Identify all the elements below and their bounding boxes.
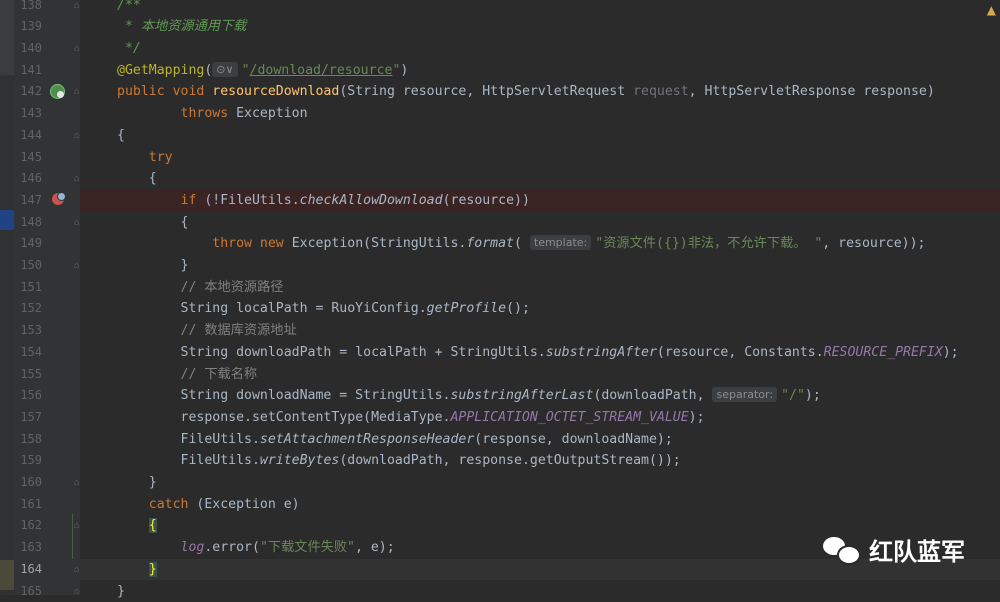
code-line[interactable]: 153 // 数据库资源地址 xyxy=(0,320,1000,342)
watermark: 红队蓝军 xyxy=(823,532,965,567)
watermark-text: 红队蓝军 xyxy=(869,532,965,567)
line-number: 163 xyxy=(20,537,42,559)
code-line[interactable]: 161 catch (Exception e) xyxy=(0,494,1000,516)
line-number: 140 xyxy=(20,38,42,60)
code-text: * 本地资源通用下载 xyxy=(117,16,246,38)
line-number: 144 xyxy=(20,125,42,147)
line-number: 155 xyxy=(20,364,42,386)
code-line[interactable]: 165 ⌂} xyxy=(0,581,1000,602)
line-number: 154 xyxy=(20,342,42,364)
line-number: 148 xyxy=(20,212,42,234)
fold-marker-icon[interactable]: ⌂ xyxy=(74,131,82,141)
code-text: // 本地资源路径 xyxy=(117,277,283,299)
line-number: 156 xyxy=(20,385,42,407)
line-number: 139 xyxy=(20,16,42,38)
line-number: 149 xyxy=(20,233,42,255)
code-text: } xyxy=(117,581,125,602)
code-line[interactable]: 160 ⌂ } xyxy=(0,472,1000,494)
fold-marker-icon[interactable]: ⌂ xyxy=(74,87,82,97)
fold-marker-icon[interactable]: ⌂ xyxy=(74,565,82,575)
code-line[interactable]: 148 ⌂ { xyxy=(0,212,1000,234)
code-text: throws Exception xyxy=(117,103,308,125)
code-text: String downloadPath = localPath + String… xyxy=(117,342,959,364)
code-text: String localPath = RuoYiConfig.getProfil… xyxy=(117,298,530,320)
line-number: 138 xyxy=(20,0,42,16)
code-text: // 下载名称 xyxy=(117,364,257,386)
line-number: 158 xyxy=(20,429,42,451)
code-line[interactable]: 144 ⌂ { xyxy=(0,125,1000,147)
fold-marker-icon[interactable]: ⌂ xyxy=(74,1,82,11)
code-text: throw new Exception(StringUtils.format( … xyxy=(117,233,926,255)
code-line[interactable]: 155 // 下载名称 xyxy=(0,364,1000,386)
line-number: 157 xyxy=(20,407,42,429)
fold-marker-icon[interactable]: ⌂ xyxy=(74,174,82,184)
code-text: } xyxy=(117,559,157,581)
code-text: if (!FileUtils.checkAllowDownload(resour… xyxy=(117,190,530,212)
fold-marker-icon[interactable]: ⌂ xyxy=(74,44,82,54)
line-number: 164 xyxy=(20,559,42,581)
line-number: 153 xyxy=(20,320,42,342)
code-line[interactable]: 141 @GetMapping(⊙∨"/download/resource") xyxy=(0,60,1000,82)
code-line[interactable]: 145 try xyxy=(0,147,1000,169)
change-marker xyxy=(72,514,73,559)
code-line[interactable]: 143 throws Exception xyxy=(0,103,1000,125)
code-text: log.error("下载文件失败", e); xyxy=(117,537,395,559)
code-text: { xyxy=(117,515,157,537)
code-text: @GetMapping(⊙∨"/download/resource") xyxy=(117,60,408,82)
code-line[interactable]: 138 ⌂ /** xyxy=(0,0,1000,16)
code-text: /** xyxy=(117,0,141,16)
code-line[interactable]: 140 ⌂ */ xyxy=(0,38,1000,60)
web-endpoint-badge-icon[interactable] xyxy=(57,91,64,98)
line-number: 161 xyxy=(20,494,42,516)
line-number: 146 xyxy=(20,168,42,190)
code-line[interactable]: 147 if (!FileUtils.checkAllowDownload(re… xyxy=(80,190,1000,212)
line-number: 145 xyxy=(20,147,42,169)
code-text: */ xyxy=(117,38,141,60)
code-text: { xyxy=(117,125,125,147)
fold-marker-icon[interactable]: ⌂ xyxy=(74,587,82,597)
wechat-icon xyxy=(823,535,863,565)
code-text: { xyxy=(117,168,157,190)
line-number: 150 xyxy=(20,255,42,277)
code-line[interactable]: 146 ⌂ { xyxy=(0,168,1000,190)
line-number: 165 xyxy=(20,581,42,602)
line-number: 159 xyxy=(20,450,42,472)
code-text: FileUtils.setAttachmentResponseHeader(re… xyxy=(117,429,673,451)
code-line[interactable]: 154 String downloadPath = localPath + St… xyxy=(0,342,1000,364)
code-text: // 数据库资源地址 xyxy=(117,320,297,342)
line-number: 141 xyxy=(20,60,42,82)
code-line[interactable]: 149 throw new Exception(StringUtils.form… xyxy=(0,233,1000,255)
code-text: response.setContentType(MediaType.APPLIC… xyxy=(117,407,705,429)
code-text: } xyxy=(117,255,188,277)
code-text: } xyxy=(117,472,157,494)
code-line[interactable]: 151 // 本地资源路径 xyxy=(0,277,1000,299)
fold-marker-icon[interactable]: ⌂ xyxy=(74,521,82,531)
line-number: 162 xyxy=(20,515,42,537)
code-text: try xyxy=(117,147,173,169)
fold-marker-icon[interactable]: ⌂ xyxy=(74,261,82,271)
code-line[interactable]: 156 String downloadName = StringUtils.su… xyxy=(0,385,1000,407)
fold-marker-icon[interactable]: ⌂ xyxy=(74,218,82,228)
code-line[interactable]: 158 FileUtils.setAttachmentResponseHeade… xyxy=(0,429,1000,451)
code-text: { xyxy=(117,212,188,234)
code-line[interactable]: 159 FileUtils.writeBytes(downloadPath, r… xyxy=(0,450,1000,472)
code-text: catch (Exception e) xyxy=(117,494,300,516)
line-number: 160 xyxy=(20,472,42,494)
code-line[interactable]: 157 response.setContentType(MediaType.AP… xyxy=(0,407,1000,429)
line-number: 152 xyxy=(20,298,42,320)
line-number: 142 xyxy=(20,81,42,103)
code-text: public void resourceDownload(String reso… xyxy=(117,81,935,103)
line-number: 147 xyxy=(20,190,42,212)
fold-marker-icon[interactable]: ⌂ xyxy=(74,478,82,488)
line-number: 143 xyxy=(20,103,42,125)
code-text: String downloadName = StringUtils.substr… xyxy=(117,385,821,407)
code-text: FileUtils.writeBytes(downloadPath, respo… xyxy=(117,450,681,472)
code-line[interactable]: 150 ⌂ } xyxy=(0,255,1000,277)
code-line[interactable]: 139 * 本地资源通用下载 xyxy=(0,16,1000,38)
code-line[interactable]: 142 ⌂ public void resourceDownload(String … xyxy=(0,81,1000,103)
code-line[interactable]: 152 String localPath = RuoYiConfig.getPr… xyxy=(0,298,1000,320)
line-number: 151 xyxy=(20,277,42,299)
breakpoint-check-icon[interactable] xyxy=(57,192,66,201)
